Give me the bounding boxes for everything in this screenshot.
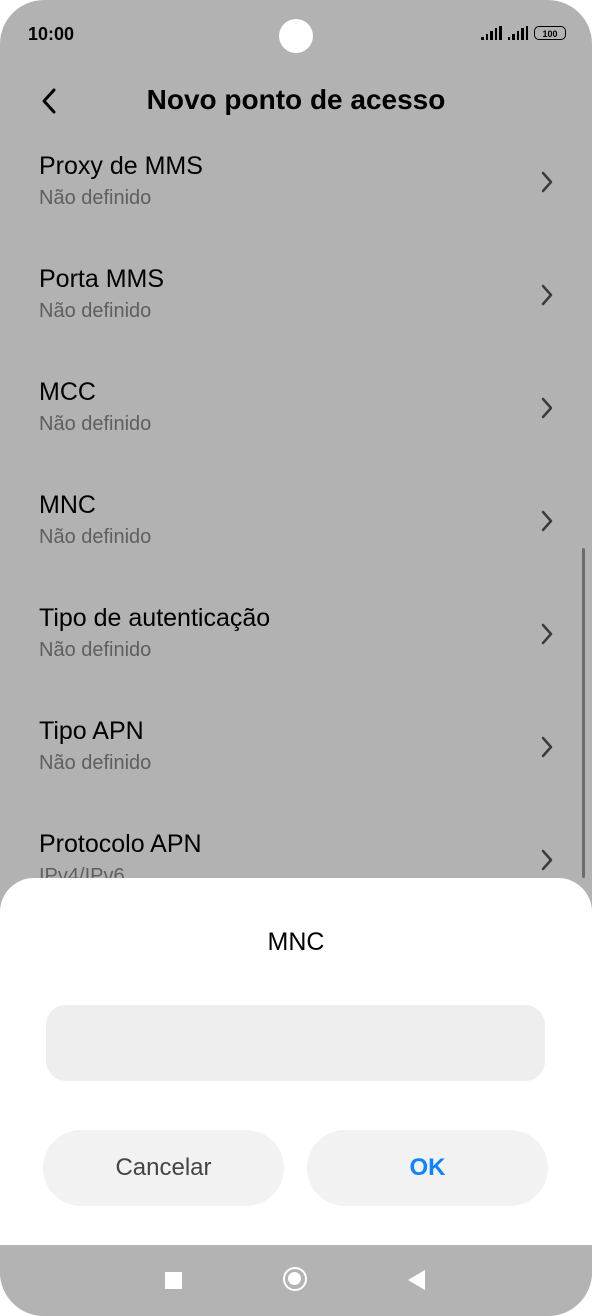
cancel-button[interactable]: Cancelar [43,1130,284,1206]
navigation-bar [0,1245,592,1316]
home-icon[interactable] [283,1267,307,1291]
back-triangle-icon[interactable] [408,1270,425,1290]
mnc-input[interactable] [46,1005,545,1081]
mnc-dialog: MNC Cancelar OK [0,878,592,1245]
ok-button[interactable]: OK [307,1130,548,1206]
recent-apps-icon[interactable] [165,1272,182,1289]
dialog-title: MNC [267,928,325,956]
front-camera-cutout [279,19,313,53]
phone-screen: 10:00 100 Novo ponto de acesso Proxy de … [0,0,592,1316]
